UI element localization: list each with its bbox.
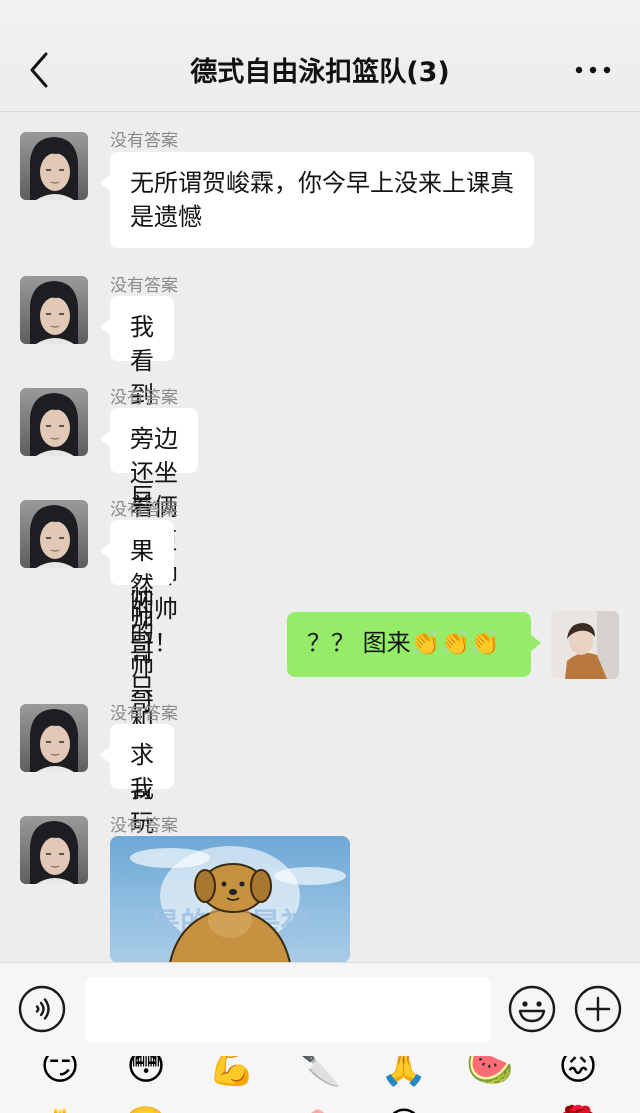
message-bubble[interactable]: 无所谓贺峻霖，你今早上没来上课真是遗憾 xyxy=(100,152,534,248)
message-bubble[interactable]: 旁边还坐着俩巨巨巨帅的帅哥！ xyxy=(100,408,198,657)
avatar[interactable] xyxy=(20,388,88,456)
emoji-flushed-icon[interactable]: 😳 xyxy=(122,1056,170,1090)
sender-name: 没有答案 xyxy=(110,276,178,296)
emoji-pray-icon[interactable]: 🙏 xyxy=(380,1056,428,1090)
message-list[interactable]: 没有答案 无所谓贺峻霖，你今早上没来上课真是遗憾 没有答案 我看到一个巨巨巨帅的… xyxy=(0,113,640,962)
emoji-watermelon-icon[interactable]: 🍉 xyxy=(466,1056,514,1090)
sender-name: 没有答案 xyxy=(110,131,178,151)
avatar[interactable] xyxy=(20,276,88,344)
sticker-image[interactable]: 是的 我是神 xyxy=(110,836,350,962)
emoji-panel: 😏 😳 💪 🔪 🙏 🍉 😖 🎂 🙂 🐽 😃 🌹 xyxy=(0,1056,640,1113)
emoji-smile-icon[interactable]: 🙂 xyxy=(122,1102,170,1113)
avatar[interactable] xyxy=(20,704,88,772)
sender-name: 没有答案 xyxy=(110,500,178,520)
emoji-confounded-icon[interactable]: 😖 xyxy=(554,1056,602,1090)
sender-name: 没有答案 xyxy=(110,704,178,724)
input-bar xyxy=(0,962,640,1056)
avatar[interactable] xyxy=(551,611,619,679)
more-icon[interactable] xyxy=(574,62,612,78)
message-bubble[interactable]: ？？ 图来👏👏👏 xyxy=(287,612,541,677)
message-bubble[interactable]: 果然帅哥只和帅哥玩 xyxy=(100,520,174,837)
emoji-pig-nose-icon[interactable]: 🐽 xyxy=(294,1102,342,1113)
chat-header: 德式自由泳扣篮队(3) xyxy=(0,0,640,112)
chat-title: 德式自由泳扣篮队(3) xyxy=(190,57,450,88)
message-bubble[interactable]: 求我 xyxy=(100,724,174,803)
sender-name: 没有答案 xyxy=(110,388,178,408)
emoji-icon[interactable] xyxy=(508,985,556,1033)
voice-icon[interactable] xyxy=(18,985,66,1033)
avatar[interactable] xyxy=(20,500,88,568)
sender-name: 没有答案 xyxy=(110,816,178,836)
message-input[interactable] xyxy=(86,977,490,1043)
emoji-cake-icon[interactable]: 🎂 xyxy=(36,1102,84,1113)
emoji-rose-icon[interactable]: 🌹 xyxy=(554,1102,602,1113)
emoji-smirk-icon[interactable]: 😏 xyxy=(36,1056,84,1090)
avatar[interactable] xyxy=(20,132,88,200)
message-bubble[interactable]: 我看到一个巨巨巨帅的帅哥 xyxy=(100,296,174,715)
plus-icon[interactable] xyxy=(574,985,622,1033)
emoji-muscle-icon[interactable]: 💪 xyxy=(208,1056,256,1090)
emoji-grin-icon[interactable]: 😃 xyxy=(380,1102,428,1113)
emoji-knife-icon[interactable]: 🔪 xyxy=(294,1056,342,1090)
avatar[interactable] xyxy=(20,816,88,884)
